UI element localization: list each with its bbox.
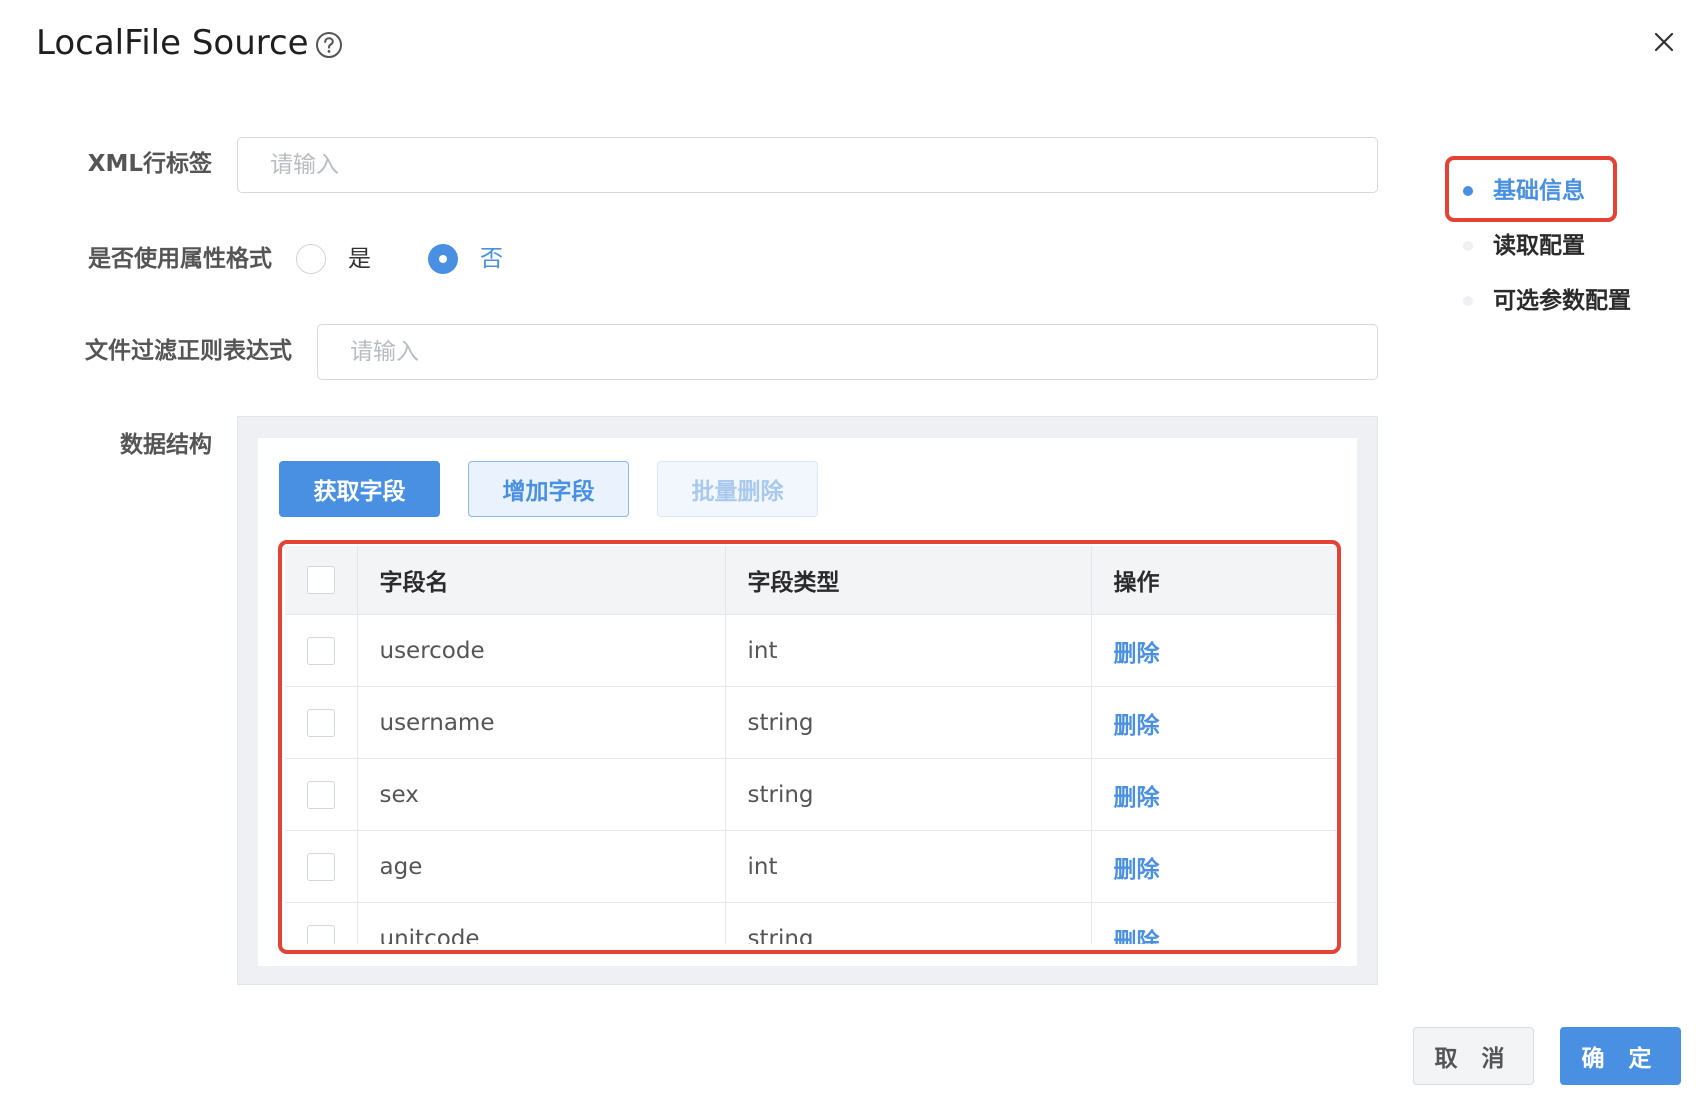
- table-header-row: 字段名 字段类型 操作: [285, 546, 1336, 615]
- question-circle-icon[interactable]: [315, 31, 343, 59]
- delete-link[interactable]: 删除: [1114, 713, 1160, 739]
- radio-yes-label: 是: [348, 246, 371, 272]
- action-cell: 删除: [1091, 614, 1336, 687]
- delete-link[interactable]: 删除: [1114, 785, 1160, 811]
- nav-dot-icon: [1463, 296, 1473, 306]
- delete-link[interactable]: 删除: [1114, 641, 1160, 667]
- select-all-cell: [285, 546, 358, 615]
- delete-link[interactable]: 删除: [1114, 929, 1160, 945]
- row-select-cell: [285, 614, 358, 687]
- row-select-cell: [285, 830, 358, 903]
- header-field-name: 字段名: [357, 546, 726, 615]
- field-type-cell: string: [725, 902, 1092, 944]
- nav-item-label: 读取配置: [1493, 233, 1585, 259]
- data-structure-label: 数据结构: [120, 432, 212, 458]
- nav-item-basic-info[interactable]: 基础信息: [1463, 176, 1585, 206]
- field-name-cell: sex: [357, 758, 726, 831]
- nav-item-optional-params[interactable]: 可选参数配置: [1463, 286, 1631, 316]
- row-checkbox[interactable]: [306, 852, 335, 881]
- delete-link[interactable]: 删除: [1114, 857, 1160, 883]
- radio-unchecked-icon[interactable]: [296, 244, 326, 274]
- field-type-cell: string: [725, 686, 1092, 759]
- field-type-cell: int: [725, 830, 1092, 903]
- table-row: usercode int 删除: [285, 614, 1336, 687]
- action-cell: 删除: [1091, 758, 1336, 831]
- table-row: sex string 删除: [285, 758, 1336, 831]
- row-select-cell: [285, 758, 358, 831]
- row-checkbox[interactable]: [306, 636, 335, 665]
- row-checkbox[interactable]: [306, 924, 335, 944]
- radio-checked-icon[interactable]: [428, 244, 458, 274]
- select-all-checkbox[interactable]: [306, 566, 335, 594]
- fields-table: 字段名 字段类型 操作 usercode int 删除 username str…: [285, 546, 1336, 944]
- attr-format-yes-radio[interactable]: 是: [296, 244, 371, 274]
- batch-delete-button[interactable]: 批量删除: [657, 461, 818, 517]
- field-name-cell: age: [357, 830, 726, 903]
- close-icon[interactable]: [1650, 28, 1678, 56]
- row-select-cell: [285, 902, 358, 944]
- file-filter-label: 文件过滤正则表达式: [85, 338, 292, 364]
- nav-item-label: 可选参数配置: [1493, 288, 1631, 314]
- header-action: 操作: [1091, 546, 1336, 615]
- xml-tag-input[interactable]: [237, 137, 1378, 193]
- row-checkbox[interactable]: [306, 708, 335, 737]
- action-cell: 删除: [1091, 830, 1336, 903]
- row-checkbox[interactable]: [306, 780, 335, 809]
- xml-tag-label: XML行标签: [87, 151, 212, 177]
- attr-format-no-radio[interactable]: 否: [428, 244, 503, 274]
- table-row: age int 删除: [285, 830, 1336, 903]
- cancel-button[interactable]: 取 消: [1413, 1027, 1534, 1085]
- field-type-cell: int: [725, 614, 1092, 687]
- attr-format-label: 是否使用属性格式: [88, 246, 272, 272]
- add-field-button[interactable]: 增加字段: [468, 461, 629, 517]
- fetch-fields-button[interactable]: 获取字段: [279, 461, 440, 517]
- radio-no-label: 否: [480, 246, 503, 272]
- field-name-cell: unitcode: [357, 902, 726, 944]
- table-row: username string 删除: [285, 686, 1336, 759]
- row-select-cell: [285, 686, 358, 759]
- action-cell: 删除: [1091, 686, 1336, 759]
- header-field-type: 字段类型: [725, 546, 1092, 615]
- field-type-cell: string: [725, 758, 1092, 831]
- dialog-title: LocalFile Source: [36, 23, 309, 63]
- table-row: unitcode string 删除: [285, 902, 1336, 945]
- nav-dot-icon: [1463, 186, 1473, 196]
- confirm-button[interactable]: 确 定: [1560, 1027, 1681, 1085]
- nav-item-read-config[interactable]: 读取配置: [1463, 231, 1585, 261]
- field-name-cell: usercode: [357, 614, 726, 687]
- file-filter-input[interactable]: [317, 324, 1378, 380]
- nav-item-label: 基础信息: [1493, 178, 1585, 204]
- action-cell: 删除: [1091, 902, 1336, 945]
- nav-dot-icon: [1463, 241, 1473, 251]
- fields-table-container[interactable]: 字段名 字段类型 操作 usercode int 删除 username str…: [285, 546, 1336, 944]
- field-name-cell: username: [357, 686, 726, 759]
